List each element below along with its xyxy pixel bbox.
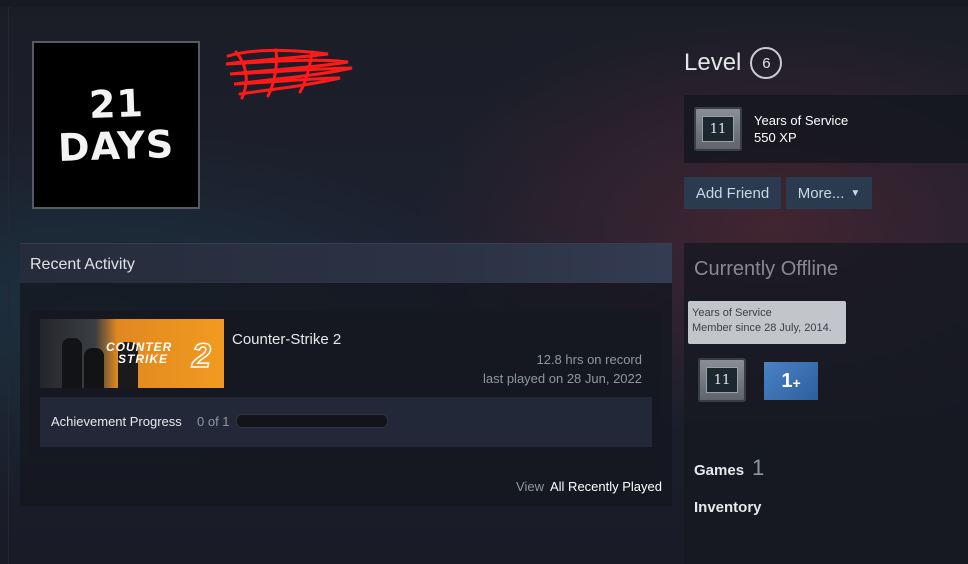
capsule-logo-text: COUNTER STRIKE [106, 341, 172, 365]
featured-badge-xp: 550 XP [754, 130, 797, 145]
achievement-progress-box[interactable]: Achievement Progress 0 of 1 [40, 397, 652, 447]
profile-level: Level 6 [684, 47, 783, 79]
all-recently-played-link[interactable]: All Recently Played [550, 479, 662, 494]
badge-number: 11 [702, 116, 734, 142]
add-friend-button[interactable]: Add Friend [684, 177, 781, 209]
more-button[interactable]: More... ▼ [786, 177, 872, 209]
tooltip-title: Years of Service [692, 307, 772, 319]
capsule-figure-left [62, 338, 82, 388]
achievement-progress-count: 0 of 1 [197, 414, 230, 429]
featured-badge-title: Years of Service [754, 113, 849, 128]
badge-tooltip: Years of Service Member since 28 July, 2… [688, 301, 846, 344]
recent-activity-header: Recent Activity [20, 243, 672, 283]
avatar-text-line-1: 21 [87, 81, 145, 127]
profile-avatar[interactable]: 21 DAYS [32, 41, 200, 209]
games-link[interactable]: Games 1 [694, 455, 764, 481]
game-last-played: last played on 28 Jun, 2022 [482, 371, 642, 386]
game-hours: 12.8 hrs on record [536, 352, 642, 367]
achievement-progress-label: Achievement Progress [51, 414, 182, 429]
top-bar [0, 0, 968, 7]
badge-one-plus: + [792, 375, 801, 391]
years-of-service-badge-icon[interactable]: 11 [698, 358, 746, 402]
view-all-recently-played[interactable]: View All Recently Played [516, 479, 662, 494]
chevron-down-icon: ▼ [850, 187, 861, 199]
recent-activity-title: Recent Activity [30, 256, 135, 273]
inventory-link[interactable]: Inventory [694, 499, 762, 516]
badge-one-number: 1 [781, 369, 793, 392]
game-name-link[interactable]: Counter-Strike 2 [232, 331, 341, 348]
avatar-text-line-2: DAYS [57, 121, 175, 171]
one-plus-badge-icon[interactable]: 1 + [764, 362, 818, 400]
level-number-badge[interactable]: 6 [750, 47, 783, 79]
badge-number: 11 [706, 367, 738, 393]
profile-sidebar: Currently Offline Years of Service Membe… [684, 243, 968, 564]
redacted-username [225, 48, 353, 100]
view-label: View [516, 479, 544, 494]
capsule-logo-line-2: STRIKE [118, 352, 169, 366]
capsule-figure-mid [84, 348, 104, 388]
level-label: Level [684, 49, 742, 76]
tooltip-detail: Member since 28 July, 2014. [692, 322, 832, 334]
achievement-progress-bar [236, 414, 388, 428]
recent-game-card: COUNTER STRIKE 2 Counter-Strike 2 12.8 h… [30, 311, 662, 457]
more-button-label: More... [797, 184, 845, 202]
years-of-service-badge-icon: 11 [694, 107, 742, 151]
featured-badge-card[interactable]: 11 Years of Service 550 XP [684, 95, 968, 163]
game-capsule-image[interactable]: COUNTER STRIKE 2 [40, 319, 224, 388]
games-count: 1 [752, 455, 765, 480]
left-divider [8, 7, 9, 564]
recent-activity-section: Recent Activity COUNTER STRIKE 2 Counter… [20, 243, 672, 506]
capsule-logo-number: 2 [191, 336, 211, 376]
games-label: Games [694, 462, 745, 479]
online-status: Currently Offline [694, 258, 839, 280]
